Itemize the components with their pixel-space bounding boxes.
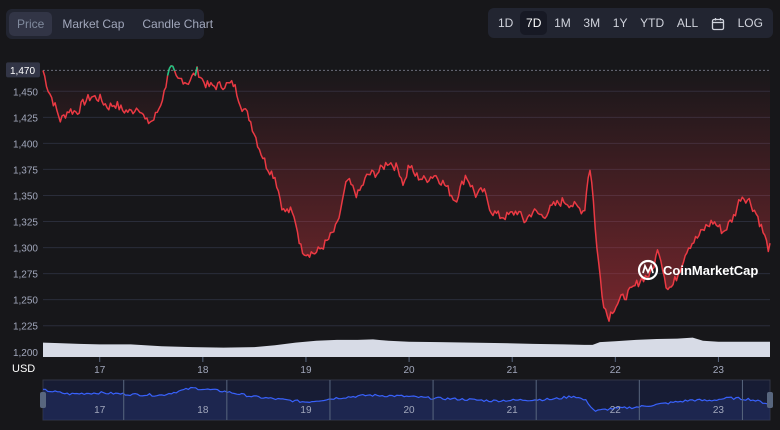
y-tick-label: 1,200	[13, 348, 38, 359]
y-tick-label: 1,325	[13, 218, 38, 229]
navigator[interactable]: 17 18 19 20 21 22 23	[40, 379, 773, 421]
navigator-tick-label: 17	[94, 405, 106, 416]
volume-band	[43, 337, 770, 357]
price-up-segment	[194, 66, 198, 76]
navigator-left-handle[interactable]	[40, 392, 46, 408]
x-tick-label: 21	[507, 365, 519, 376]
x-tick-label: 22	[610, 365, 622, 376]
currency-label: USD	[12, 363, 35, 375]
x-tick-label: 19	[300, 365, 312, 376]
volume-area	[43, 337, 770, 357]
navigator-tick-label: 18	[197, 405, 209, 416]
y-tick-label: 1,350	[13, 191, 38, 202]
x-tick-label: 23	[713, 365, 725, 376]
y-tick-label: 1,275	[13, 270, 38, 281]
x-axis: 17 18 19 20 21 22 23	[94, 357, 724, 376]
x-tick-label: 17	[94, 365, 106, 376]
coinmarketcap-watermark: CoinMarketCap	[637, 259, 758, 281]
navigator-tick-label: 20	[404, 405, 416, 416]
y-axis: 1,200 1,225 1,250 1,275 1,300 1,325 1,350 1,375…	[13, 87, 38, 359]
y-tick-label: 1,450	[13, 87, 38, 98]
current-price-badge: 1,470	[6, 62, 40, 78]
navigator-right-handle[interactable]	[767, 392, 773, 408]
x-tick-label: 20	[404, 365, 416, 376]
y-tick-label: 1,425	[13, 113, 38, 124]
price-area	[43, 65, 770, 322]
price-up-segment	[166, 68, 171, 76]
navigator-tick-label: 19	[300, 405, 312, 416]
current-price-label: 1,470	[10, 66, 35, 77]
y-tick-label: 1,300	[13, 244, 38, 255]
watermark-text: CoinMarketCap	[663, 263, 758, 278]
y-tick-label: 1,400	[13, 139, 38, 150]
y-tick-label: 1,375	[13, 165, 38, 176]
y-tick-label: 1,250	[13, 296, 38, 307]
y-tick-label: 1,225	[13, 322, 38, 333]
navigator-tick-label: 22	[610, 405, 622, 416]
x-tick-label: 18	[197, 365, 209, 376]
price-chart[interactable]: 1,200 1,225 1,250 1,275 1,300 1,325 1,350 1,375…	[0, 0, 780, 430]
navigator-tick-label: 21	[507, 405, 519, 416]
navigator-tick-label: 23	[713, 405, 725, 416]
price-area-fill	[43, 65, 770, 322]
